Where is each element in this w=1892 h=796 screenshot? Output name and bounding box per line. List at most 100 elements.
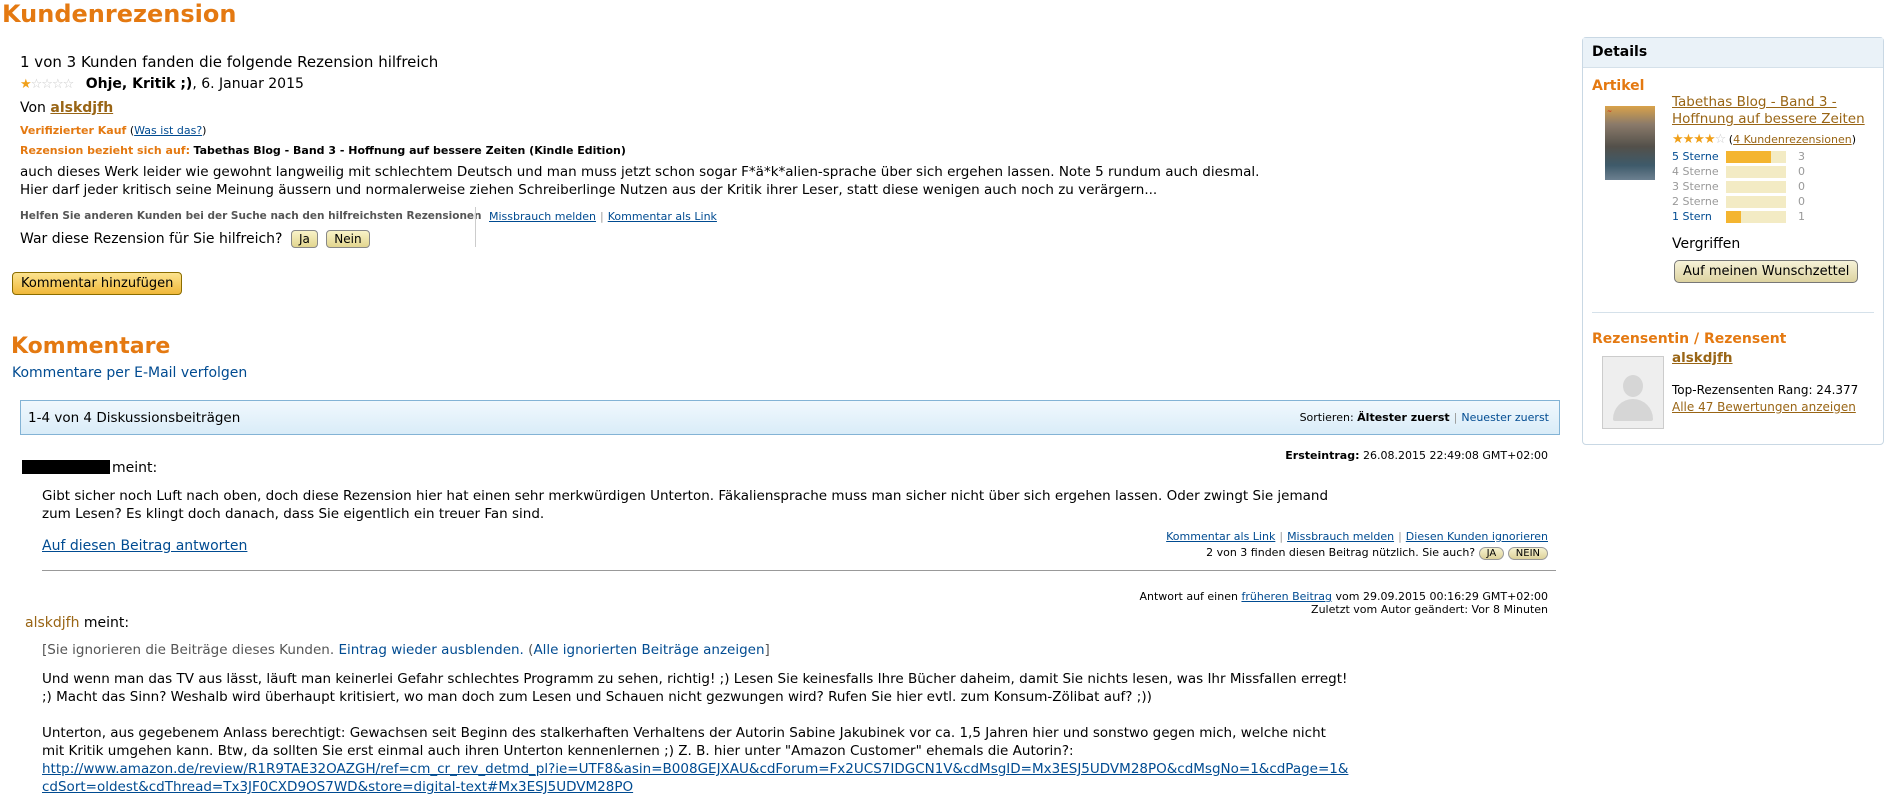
histogram-row: 2 Sterne 0: [1672, 195, 1805, 210]
histogram-row: 3 Sterne 0: [1672, 180, 1805, 195]
details-panel: Details Artikel ~ Tabethas Blog - Band 3…: [1582, 37, 1884, 445]
by-prefix: Von: [20, 100, 46, 116]
histogram-bar: [1726, 151, 1786, 163]
cover-mark: ~: [1607, 108, 1613, 115]
verified-label: Verifizierter Kauf: [20, 124, 127, 137]
post2-meint: meint:: [83, 615, 130, 631]
redacted-author: [22, 460, 110, 474]
histogram-bar: [1726, 196, 1786, 208]
earlier-post-link[interactable]: früheren Beitrag: [1241, 590, 1332, 603]
add-comment-button[interactable]: Kommentar hinzufügen: [12, 272, 183, 295]
histogram-label: 2 Sterne: [1672, 195, 1719, 208]
post2-text-line: ;) Macht das Sinn? Weshalb wird überhaup…: [42, 689, 1152, 705]
avatar-head: [1623, 375, 1643, 397]
discussion-count: 1-4 von 4 Diskussionsbeiträgen: [28, 410, 241, 426]
follow-email-link[interactable]: Kommentare per E-Mail verfolgen: [12, 365, 247, 381]
ignore-notice: [Sie ignorieren die Beiträge dieses Kund…: [42, 642, 335, 658]
wishlist-button[interactable]: Auf meinen Wunschzettel: [1674, 260, 1859, 283]
histogram-count: 0: [1798, 180, 1805, 193]
review-author-link[interactable]: alskdjfh: [50, 100, 113, 116]
post2-text-line: mit Kritik umgehen kann. Btw, da sollten…: [42, 743, 1074, 759]
hide-entry-link[interactable]: Eintrag wieder ausblenden.: [338, 642, 523, 658]
post1-useful-text: 2 von 3 finden diesen Beitrag nützlich. …: [1206, 546, 1476, 559]
histogram-bar: [1726, 211, 1786, 223]
book-cover-image[interactable]: ~: [1605, 106, 1655, 180]
article-label: Artikel: [1592, 78, 1645, 94]
histogram-row[interactable]: 5 Sterne 3: [1672, 150, 1805, 165]
sort-newest-link[interactable]: Neuester zuerst: [1461, 411, 1549, 424]
review-title: Ohje, Kritik ;): [85, 76, 193, 92]
reply-link[interactable]: Auf diesen Beitrag antworten: [42, 538, 247, 554]
refers-label: Rezension bezieht sich auf:: [20, 144, 190, 157]
comments-title: Kommentare: [11, 334, 171, 359]
all-ratings-link[interactable]: Alle 47 Bewertungen anzeigen: [1672, 400, 1856, 414]
help-others-text: Helfen Sie anderen Kunden bei der Suche …: [20, 210, 482, 222]
reviews-count-link[interactable]: 4 Kundenrezensionen: [1733, 133, 1852, 146]
reviewer-avatar[interactable]: [1602, 356, 1664, 429]
histogram-count: 0: [1798, 165, 1805, 178]
ignore-notice-close: ]: [764, 642, 770, 658]
post1-comment-as-link[interactable]: Kommentar als Link: [1166, 530, 1275, 543]
review-body-line: auch dieses Werk leider wie gewohnt lang…: [20, 164, 1260, 180]
review-date: , 6. Januar 2015: [192, 76, 304, 92]
reviewer-name-link[interactable]: alskdjfh: [1672, 350, 1733, 366]
post1-text-line: zum Lesen? Es klingt doch danach, dass S…: [42, 506, 545, 522]
histogram-count: 3: [1798, 150, 1805, 163]
availability: Vergriffen: [1672, 236, 1741, 252]
comments-sortbar: 1-4 von 4 Diskussionsbeiträgen Sortieren…: [20, 400, 1560, 435]
post2-text-line: Unterton, aus gegebenem Anlass berechtig…: [42, 725, 1326, 741]
post-divider: [42, 570, 1556, 571]
amazon-url-link[interactable]: http://www.amazon.de/review/R1R9TAE32OAZ…: [42, 761, 1348, 777]
histogram-label[interactable]: 5 Sterne: [1672, 150, 1719, 163]
histogram-count: 1: [1798, 210, 1805, 223]
show-all-ignored-link[interactable]: Alle ignorierten Beiträge anzeigen: [533, 642, 764, 658]
histogram-bar-fill: [1726, 211, 1741, 223]
review-body-line: Hier darf jeder kritisch seine Meinung ä…: [20, 182, 1158, 198]
histogram-bar-fill: [1726, 151, 1771, 163]
post1-text: Gibt sicher noch Luft nach oben, doch di…: [42, 487, 1328, 523]
page-title: Kundenrezension: [2, 0, 237, 28]
post1-text-line: Gibt sicher noch Luft nach oben, doch di…: [42, 488, 1329, 504]
amazon-url-link-cont[interactable]: cdSort=oldest&cdThread=Tx3JF0CXD9OS7WD&s…: [42, 779, 633, 795]
post1-meint: meint:: [112, 460, 158, 476]
top-rank: Top-Rezensenten Rang: 24.377: [1672, 383, 1859, 397]
helpful-yes-button[interactable]: Ja: [290, 230, 318, 248]
product-title-link[interactable]: Tabethas Blog - Band 3 - Hoffnung auf be…: [1672, 94, 1872, 128]
review-stars: ★☆☆☆☆: [20, 77, 74, 92]
ignore-customer-link[interactable]: Diesen Kunden ignorieren: [1406, 530, 1548, 543]
answer-suffix: vom 29.09.2015 00:16:29 GMT+02:00: [1335, 590, 1548, 603]
histogram-count: 0: [1798, 195, 1805, 208]
report-abuse-link[interactable]: Missbrauch melden: [489, 210, 596, 223]
what-is-this-link[interactable]: Was ist das?: [134, 124, 202, 137]
post2-author[interactable]: alskdjfh: [25, 615, 79, 631]
helpful-count: 1 von 3 Kunden fanden die folgende Rezen…: [20, 53, 439, 71]
histogram-row[interactable]: 1 Stern 1: [1672, 210, 1805, 225]
rating-histogram: 5 Sterne 3 4 Sterne 0 3 Sterne 0 2 Sterne 0 1 St…: [1672, 150, 1805, 225]
refers-product: Tabethas Blog - Band 3 - Hoffnung auf be…: [193, 144, 626, 157]
post1-yes-button[interactable]: JA: [1478, 547, 1505, 560]
post2-text-line: Und wenn man das TV aus lässt, läuft man…: [42, 671, 1348, 687]
helpful-no-button[interactable]: Nein: [326, 230, 370, 248]
reviewer-label: Rezensentin / Rezensent: [1592, 331, 1787, 347]
histogram-bar: [1726, 181, 1786, 193]
review-header-line: ★☆☆☆☆ Ohje, Kritik ;), 6. Januar 2015: [20, 76, 304, 92]
details-header: Details: [1583, 38, 1883, 68]
avg-rating-stars: ★★★★☆: [1672, 132, 1726, 147]
first-entry-date: 26.08.2015 22:49:08 GMT+02:00: [1362, 449, 1548, 462]
histogram-label[interactable]: 1 Stern: [1672, 210, 1712, 223]
histogram-bar: [1726, 166, 1786, 178]
post1-no-button[interactable]: NEIN: [1507, 547, 1548, 560]
post1-report-abuse-link[interactable]: Missbrauch melden: [1287, 530, 1394, 543]
first-entry-label: Ersteintrag:: [1285, 449, 1360, 462]
sort-label: Sortieren:: [1299, 411, 1354, 424]
comment-as-link[interactable]: Kommentar als Link: [608, 210, 717, 223]
answer-prefix: Antwort auf einen: [1139, 590, 1238, 603]
divider: [475, 207, 476, 247]
sort-oldest[interactable]: Ältester zuerst: [1357, 411, 1449, 424]
post2-text: Und wenn man das TV aus lässt, läuft man…: [42, 670, 1348, 796]
panel-divider: [1592, 312, 1874, 313]
was-helpful-text: War diese Rezension für Sie hilfreich?: [20, 231, 283, 247]
histogram-label: 3 Sterne: [1672, 180, 1719, 193]
histogram-label: 4 Sterne: [1672, 165, 1719, 178]
review-body: auch dieses Werk leider wie gewohnt lang…: [20, 163, 1259, 199]
